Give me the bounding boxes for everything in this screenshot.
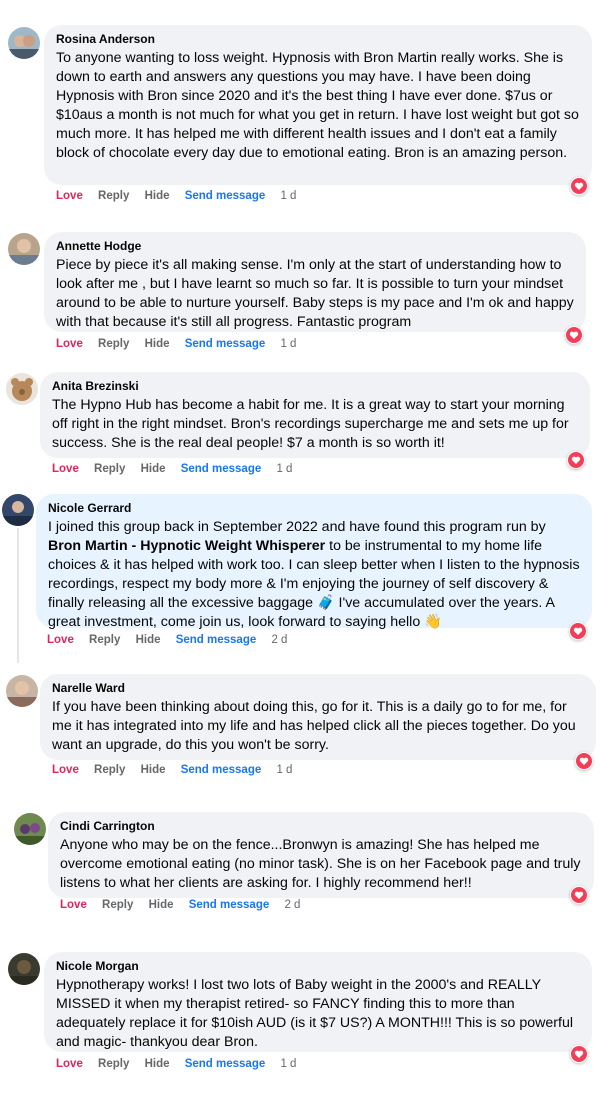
comment-text-part: I joined this group back in September 20… bbox=[48, 519, 546, 535]
avatar[interactable] bbox=[8, 27, 40, 59]
love-button[interactable]: Love bbox=[56, 190, 83, 202]
send-message-button[interactable]: Send message bbox=[181, 764, 262, 776]
hide-button[interactable]: Hide bbox=[145, 190, 170, 202]
timestamp[interactable]: 1 d bbox=[276, 463, 292, 475]
comment-actions: Love Reply Hide Send message 1 d bbox=[52, 764, 304, 776]
comment-actions: Love Reply Hide Send message 2 d bbox=[60, 899, 312, 911]
avatar[interactable] bbox=[6, 675, 38, 707]
hide-button[interactable]: Hide bbox=[141, 463, 166, 475]
reply-button[interactable]: Reply bbox=[98, 190, 129, 202]
timestamp[interactable]: 1 d bbox=[280, 1058, 296, 1070]
love-reaction-icon[interactable] bbox=[570, 177, 588, 195]
comment-actions: Love Reply Hide Send message 1 d bbox=[56, 338, 308, 350]
reply-button[interactable]: Reply bbox=[94, 463, 125, 475]
reply-button[interactable]: Reply bbox=[89, 634, 120, 646]
comment-bubble: Annette Hodge Piece by piece it's all ma… bbox=[44, 232, 586, 332]
comment-text: The Hypno Hub has become a habit for me.… bbox=[52, 397, 569, 451]
love-reaction-icon[interactable] bbox=[565, 326, 583, 344]
comment-actions: Love Reply Hide Send message 1 d bbox=[52, 463, 304, 475]
comment-text: If you have been thinking about doing th… bbox=[52, 699, 576, 753]
comment-bubble: Nicole Morgan Hypnotherapy works! I lost… bbox=[44, 952, 592, 1052]
love-button[interactable]: Love bbox=[47, 634, 74, 646]
timestamp[interactable]: 2 d bbox=[284, 899, 300, 911]
love-button[interactable]: Love bbox=[56, 1058, 83, 1070]
timestamp[interactable]: 1 d bbox=[280, 338, 296, 350]
love-reaction-icon[interactable] bbox=[570, 1045, 588, 1063]
timestamp[interactable]: 1 d bbox=[276, 764, 292, 776]
reply-button[interactable]: Reply bbox=[102, 899, 133, 911]
avatar[interactable] bbox=[6, 373, 38, 405]
send-message-button[interactable]: Send message bbox=[185, 338, 266, 350]
send-message-button[interactable]: Send message bbox=[181, 463, 262, 475]
reply-button[interactable]: Reply bbox=[94, 764, 125, 776]
comment-author[interactable]: Nicole Morgan bbox=[56, 959, 580, 974]
comment-text: Anyone who may be on the fence...Bronwyn… bbox=[60, 837, 581, 891]
avatar[interactable] bbox=[8, 233, 40, 265]
avatar[interactable] bbox=[14, 813, 46, 845]
love-reaction-icon[interactable] bbox=[570, 886, 588, 904]
send-message-button[interactable]: Send message bbox=[185, 190, 266, 202]
comment-author[interactable]: Annette Hodge bbox=[56, 239, 574, 254]
send-message-button[interactable]: Send message bbox=[189, 899, 270, 911]
love-button[interactable]: Love bbox=[60, 899, 87, 911]
comment-author[interactable]: Rosina Anderson bbox=[56, 32, 580, 47]
reply-button[interactable]: Reply bbox=[98, 1058, 129, 1070]
timestamp[interactable]: 1 d bbox=[280, 190, 296, 202]
reply-button[interactable]: Reply bbox=[98, 338, 129, 350]
love-reaction-icon[interactable] bbox=[569, 622, 587, 640]
comment-author[interactable]: Anita Brezinski bbox=[52, 379, 578, 394]
comment-actions: Love Reply Hide Send message 2 d bbox=[47, 634, 299, 646]
avatar[interactable] bbox=[2, 494, 34, 526]
love-reaction-icon[interactable] bbox=[575, 752, 593, 770]
hide-button[interactable]: Hide bbox=[145, 1058, 170, 1070]
hide-button[interactable]: Hide bbox=[149, 899, 174, 911]
comment-author[interactable]: Narelle Ward bbox=[52, 681, 584, 696]
avatar[interactable] bbox=[8, 953, 40, 985]
love-button[interactable]: Love bbox=[52, 764, 79, 776]
comment-text: To anyone wanting to loss weight. Hypnos… bbox=[56, 50, 579, 161]
comment-author[interactable]: Nicole Gerrard bbox=[48, 501, 580, 516]
hide-button[interactable]: Hide bbox=[136, 634, 161, 646]
hide-button[interactable]: Hide bbox=[145, 338, 170, 350]
love-reaction-icon[interactable] bbox=[567, 451, 585, 469]
comment-text: Hypnotherapy works! I lost two lots of B… bbox=[56, 977, 574, 1050]
hide-button[interactable]: Hide bbox=[141, 764, 166, 776]
comment-author[interactable]: Cindi Carrington bbox=[60, 819, 582, 834]
thread-line bbox=[17, 528, 19, 663]
comment-actions: Love Reply Hide Send message 1 d bbox=[56, 1058, 308, 1070]
timestamp[interactable]: 2 d bbox=[271, 634, 287, 646]
comment-bubble: Narelle Ward If you have been thinking a… bbox=[40, 674, 596, 760]
send-message-button[interactable]: Send message bbox=[176, 634, 257, 646]
comment-bubble: Cindi Carrington Anyone who may be on th… bbox=[48, 812, 594, 898]
comment-text: Piece by piece it's all making sense. I'… bbox=[56, 257, 574, 330]
tagged-page-link[interactable]: Bron Martin - Hypnotic Weight Whisperer bbox=[48, 538, 325, 554]
send-message-button[interactable]: Send message bbox=[185, 1058, 266, 1070]
love-button[interactable]: Love bbox=[56, 338, 83, 350]
comment-bubble: Anita Brezinski The Hypno Hub has become… bbox=[40, 372, 590, 458]
comment-bubble: Nicole Gerrard I joined this group back … bbox=[36, 494, 592, 630]
comment-bubble: Rosina Anderson To anyone wanting to los… bbox=[44, 25, 592, 185]
love-button[interactable]: Love bbox=[52, 463, 79, 475]
comment-actions: Love Reply Hide Send message 1 d bbox=[56, 190, 308, 202]
comment-text: I joined this group back in September 20… bbox=[48, 518, 580, 632]
